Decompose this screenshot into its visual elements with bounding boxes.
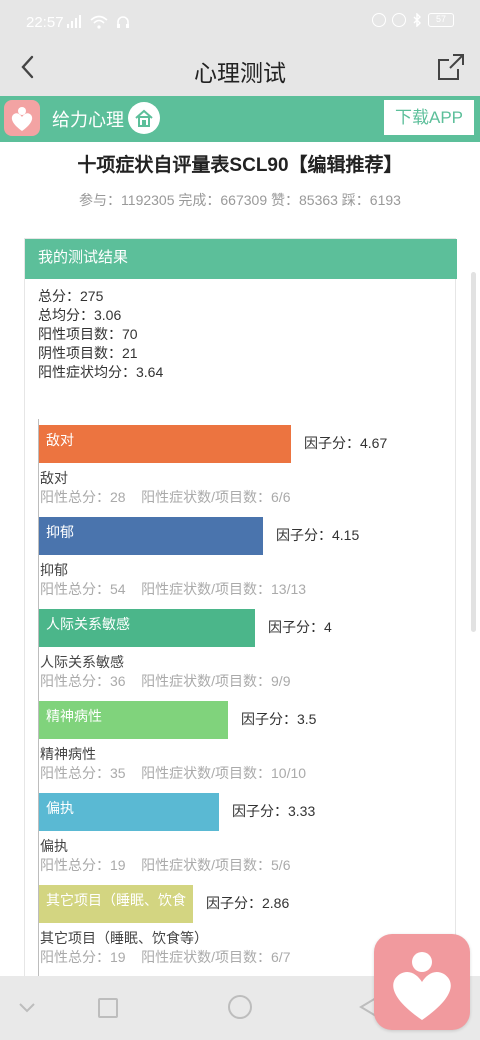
factor-score: 因子分：4 (268, 619, 332, 635)
download-app-button[interactable]: 下载APP (384, 100, 474, 135)
factor-bar: 偏执 (39, 793, 219, 831)
app-name: 给力心理 (52, 110, 124, 130)
floating-logo-icon[interactable] (374, 934, 470, 1030)
battery-icon: 57 (428, 13, 454, 27)
factor-score: 因子分：3.33 (232, 803, 316, 819)
summary-negative-count: 阴性项目数：21 (38, 345, 138, 361)
share-icon[interactable] (436, 52, 466, 82)
alarm-icon (392, 13, 406, 27)
factor-chart: 敌对 因子分：4.67 敌对 阳性总分：28 阳性症状数/项目数：6/6 抑郁 因子分：4… (38, 419, 448, 976)
dnd-icon (372, 13, 386, 27)
test-stats: 参与：1192305 完成：667309 赞：85363 踩：6193 (79, 192, 401, 208)
wifi-icon (90, 15, 108, 29)
summary-positive-count: 阳性项目数：70 (38, 326, 138, 342)
summary-average: 总均分：3.06 (38, 307, 122, 323)
scrollbar[interactable] (471, 272, 476, 632)
title-bar: 心理测试 (0, 40, 480, 96)
factor-bar: 精神病性 (39, 701, 228, 739)
nav-square-icon[interactable] (98, 998, 118, 1018)
factor-detail: 阳性总分：19 阳性症状数/项目数：5/6 (40, 857, 291, 873)
result-summary: 总分：275 总均分：3.06 阳性项目数：70 阴性项目数：21 阳性症状均分… (38, 287, 163, 382)
main-content: 十项症状自评量表SCL90【编辑推荐】 参与：1192305 完成：667309… (0, 142, 480, 976)
factor-row: 敌对 因子分：4.67 敌对 阳性总分：28 阳性症状数/项目数：6/6 (38, 419, 448, 511)
headphones-icon (117, 16, 129, 28)
nav-down-icon[interactable] (18, 998, 36, 1016)
factor-score: 因子分：4.15 (276, 527, 360, 543)
factor-score: 因子分：2.86 (206, 895, 290, 911)
result-card: 我的测试结果 总分：275 总均分：3.06 阳性项目数：70 阴性项目数：21… (24, 238, 457, 976)
app-banner[interactable]: 给力心理 下载APP (0, 96, 480, 142)
factor-name: 抑郁 (40, 562, 68, 578)
factor-row: 抑郁 因子分：4.15 抑郁 阳性总分：54 阳性症状数/项目数：13/13 (38, 511, 448, 603)
factor-name: 其它项目（睡眠、饮食等） (40, 930, 208, 946)
page-title: 心理测试 (194, 60, 286, 86)
test-title: 十项症状自评量表SCL90【编辑推荐】 (77, 155, 403, 176)
home-icon[interactable] (128, 102, 160, 134)
nav-circle-icon[interactable] (228, 995, 252, 1019)
factor-row: 人际关系敏感 因子分：4 人际关系敏感 阳性总分：36 阳性症状数/项目数：9/9 (38, 603, 448, 695)
factor-detail: 阳性总分：19 阳性症状数/项目数：6/7 (40, 949, 291, 965)
factor-detail: 阳性总分：36 阳性症状数/项目数：9/9 (40, 673, 291, 689)
status-time: 22:57 (26, 14, 64, 31)
factor-bar: 抑郁 (39, 517, 263, 555)
factor-detail: 阳性总分：28 阳性症状数/项目数：6/6 (40, 489, 291, 505)
status-right-icons: 57 (372, 13, 454, 27)
factor-detail: 阳性总分：54 阳性症状数/项目数：13/13 (40, 581, 307, 597)
factor-name: 偏执 (40, 838, 68, 854)
factor-score: 因子分：4.67 (304, 435, 388, 451)
status-left-icons (66, 15, 130, 29)
factor-row: 偏执 因子分：3.33 偏执 阳性总分：19 阳性症状数/项目数：5/6 (38, 787, 448, 879)
factor-detail: 阳性总分：35 阳性症状数/项目数：10/10 (40, 765, 307, 781)
factor-bar: 其它项目（睡眠、饮食 (39, 885, 193, 923)
signal-icon (67, 15, 81, 28)
factor-name: 精神病性 (40, 746, 96, 762)
factor-row: 精神病性 因子分：3.5 精神病性 阳性总分：35 阳性症状数/项目数：10/10 (38, 695, 448, 787)
factor-bar: 敌对 (39, 425, 291, 463)
factor-name: 人际关系敏感 (40, 654, 124, 670)
result-card-header: 我的测试结果 (25, 239, 457, 279)
bluetooth-icon (413, 13, 421, 27)
summary-positive-average: 阳性症状均分：3.64 (38, 364, 164, 380)
factor-name: 敌对 (40, 470, 68, 486)
heart-person-icon (4, 100, 40, 136)
summary-total: 总分：275 (38, 288, 104, 304)
factor-score: 因子分：3.5 (241, 711, 317, 727)
factor-bar: 人际关系敏感 (39, 609, 255, 647)
